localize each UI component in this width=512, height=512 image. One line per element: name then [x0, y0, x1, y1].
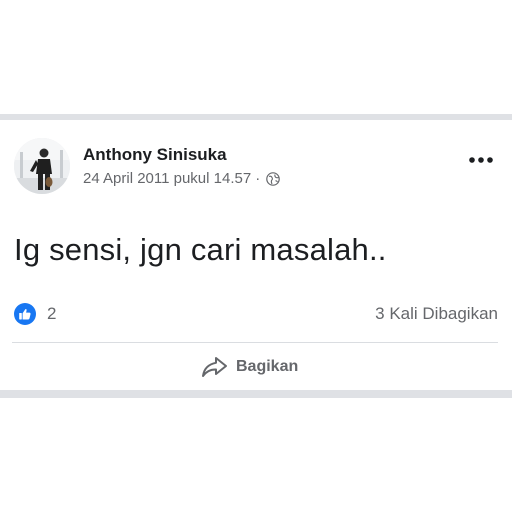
post-timestamp[interactable]: 24 April 2011 pukul 14.57: [83, 170, 251, 187]
author-avatar[interactable]: [14, 138, 70, 194]
reactions-summary[interactable]: 2: [14, 303, 56, 325]
more-options-button[interactable]: [465, 150, 497, 170]
page: Anthony Sinisuka 24 April 2011 pukul 14.…: [0, 0, 512, 512]
profile-photo-icon: [14, 138, 70, 194]
globe-icon[interactable]: [266, 171, 280, 186]
meta-separator: ·: [255, 170, 261, 187]
like-icon: [14, 303, 36, 325]
post-frame: Anthony Sinisuka 24 April 2011 pukul 14.…: [0, 114, 512, 398]
post-meta: 24 April 2011 pukul 14.57 ·: [83, 170, 280, 187]
share-button[interactable]: Bagikan: [200, 352, 298, 382]
reaction-count: 2: [47, 304, 57, 323]
share-arrow-icon: [202, 357, 227, 377]
share-label: Bagikan: [236, 358, 299, 375]
post-card: Anthony Sinisuka 24 April 2011 pukul 14.…: [0, 120, 512, 390]
author-name[interactable]: Anthony Sinisuka: [83, 145, 227, 165]
more-options-icon: [469, 157, 493, 163]
action-divider: [12, 342, 498, 343]
post-text: Ig sensi, jgn cari masalah..: [14, 232, 387, 267]
share-count[interactable]: 3 Kali Dibagikan: [375, 304, 498, 324]
